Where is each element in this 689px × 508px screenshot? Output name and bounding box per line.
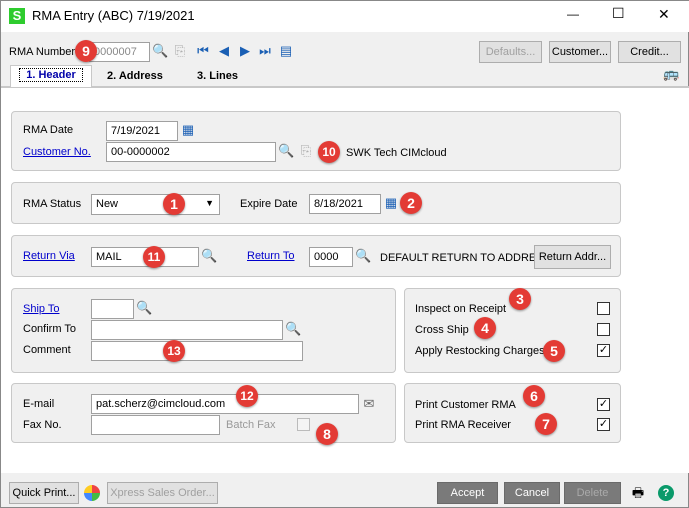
rma-status-label: RMA Status [23,198,82,210]
tab-address[interactable]: 2. Address [101,67,169,87]
copy-icon[interactable]: ⎘ [172,43,188,59]
fax-label: Fax No. [23,419,62,431]
cancel-button[interactable]: Cancel [504,482,560,504]
print-rma-receiver-label: Print RMA Receiver [415,419,511,431]
quick-print-button[interactable]: Quick Print... [9,482,79,504]
ship-to-link[interactable]: Ship To [23,303,60,315]
ship-to-input[interactable] [91,299,134,319]
rma-date-label: RMA Date [23,124,74,136]
close-button[interactable]: ✕ [658,6,670,23]
fax-input[interactable] [91,415,220,435]
badge-4: 4 [474,317,496,339]
tab-lines[interactable]: 3. Lines [191,67,244,87]
batch-fax-checkbox[interactable] [297,418,310,431]
title-bar: S RMA Entry (ABC) 7/19/2021 — ☐ ✕ [1,1,689,32]
badge-10: 10 [318,141,340,163]
envelope-icon[interactable]: ✉ [361,396,377,412]
xpress-sales-order-button[interactable]: Xpress Sales Order... [107,482,218,504]
badge-6: 6 [523,385,545,407]
minimize-button[interactable]: — [567,7,579,21]
expire-date-label: Expire Date [240,198,298,210]
next-record-icon[interactable]: ▶ [237,43,253,59]
expire-date-input[interactable]: 8/18/2021 [309,194,381,214]
customer-name: SWK Tech CIMcloud [346,147,447,159]
tab-header[interactable]: 1. Header [10,65,92,87]
badge-11: 11 [143,246,165,268]
tab-header-label: 1. Header [19,68,83,82]
batch-fax-label: Batch Fax [226,419,276,431]
restocking-label: Apply Restocking Charges [415,345,545,357]
search-icon[interactable]: 🔍 [152,43,168,59]
badge-5: 5 [543,340,565,362]
print-customer-rma-checkbox[interactable]: ✓ [597,398,610,411]
badge-13: 13 [163,340,185,362]
calendar-icon[interactable]: ▦ [180,122,196,138]
printer-icon[interactable]: 🖶 [630,485,646,501]
sage-app-icon: S [9,8,25,24]
rma-status-select[interactable]: New ▼ [91,194,220,215]
maximize-button[interactable]: ☐ [612,5,625,22]
comment-label: Comment [23,344,71,356]
email-input[interactable]: pat.scherz@cimcloud.com [91,394,359,414]
return-to-link[interactable]: Return To [247,250,295,262]
print-panel [404,383,621,443]
rma-status-value: New [96,198,119,210]
help-icon[interactable]: ? [658,485,674,501]
defaults-button[interactable]: Defaults... [479,41,542,63]
inspect-on-receipt-checkbox[interactable] [597,302,610,315]
confirm-to-label: Confirm To [23,323,76,335]
confirm-to-input[interactable] [91,320,283,340]
badge-1: 1 [163,193,185,215]
return-to-description: DEFAULT RETURN TO ADDRES [380,252,544,264]
inspect-on-receipt-label: Inspect on Receipt [415,303,507,315]
chevron-down-icon: ▼ [205,198,214,208]
return-addr-button[interactable]: Return Addr... [534,245,611,269]
print-rma-receiver-checkbox[interactable]: ✓ [597,418,610,431]
customer-no-input[interactable]: 00-0000002 [106,142,276,162]
bus-icon[interactable]: 🚌 [663,66,679,82]
return-via-link[interactable]: Return Via [23,250,75,262]
rma-number-input[interactable]: 0000007 [89,42,150,62]
badge-2: 2 [400,192,422,214]
search-icon[interactable]: 🔍 [285,321,301,337]
badge-12: 12 [236,385,258,407]
cross-ship-checkbox[interactable] [597,323,610,336]
last-record-icon[interactable]: ⏭ [257,43,273,59]
customer-no-link[interactable]: Customer No. [23,146,91,158]
comment-input[interactable] [91,341,303,361]
copy-icon[interactable]: ⎘ [298,143,314,159]
search-icon[interactable]: 🔍 [201,248,217,264]
search-icon[interactable]: 🔍 [278,143,294,159]
credit-button[interactable]: Credit... [618,41,681,63]
window-title: RMA Entry (ABC) 7/19/2021 [32,8,195,23]
list-icon[interactable]: ▤ [278,43,294,59]
customer-button[interactable]: Customer... [549,41,611,63]
rma-number-label: RMA Number [9,46,76,58]
badge-3: 3 [509,288,531,310]
rma-entry-window: S RMA Entry (ABC) 7/19/2021 — ☐ ✕ RMA Nu… [0,0,689,508]
calendar-icon[interactable]: ▦ [383,195,399,211]
print-customer-rma-label: Print Customer RMA [415,399,516,411]
restocking-checkbox[interactable]: ✓ [597,344,610,357]
previous-record-icon[interactable]: ◀ [216,43,232,59]
accept-button[interactable]: Accept [437,482,498,504]
rma-date-input[interactable]: 7/19/2021 [106,121,178,141]
windows-globe-icon[interactable] [84,485,100,501]
first-record-icon[interactable]: ⏮ [195,43,211,59]
search-icon[interactable]: 🔍 [355,248,371,264]
email-label: E-mail [23,398,55,410]
cross-ship-label: Cross Ship [415,324,469,336]
delete-button[interactable]: Delete [564,482,621,504]
customer-panel [11,111,621,171]
search-icon[interactable]: 🔍 [136,300,152,316]
badge-8: 8 [316,423,338,445]
return-to-input[interactable]: 0000 [309,247,353,267]
badge-9: 9 [75,40,97,62]
badge-7: 7 [535,413,557,435]
